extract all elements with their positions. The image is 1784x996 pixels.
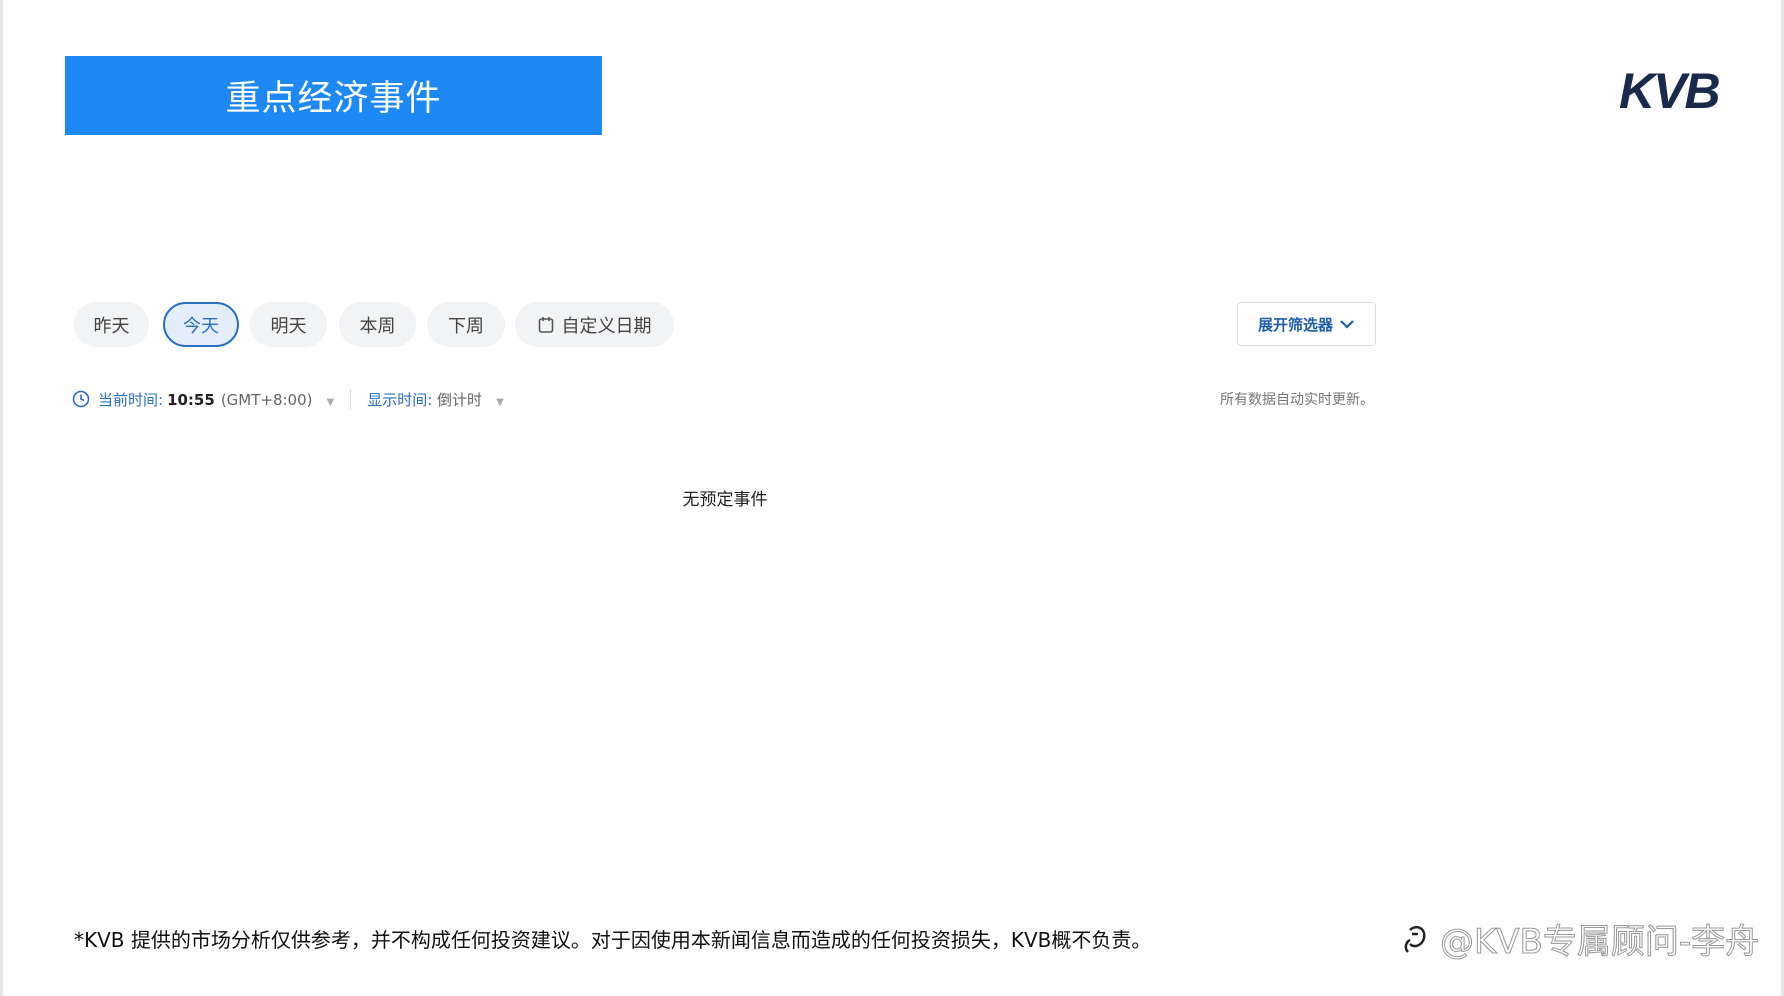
weibo-logo-icon <box>1404 925 1426 953</box>
tab-label: 自定义日期 <box>561 315 652 337</box>
clock-icon <box>72 390 90 408</box>
empty-state: 无预定事件 <box>682 490 768 510</box>
watermark-text: @KVB专属顾问-李舟 <box>1439 922 1760 963</box>
current-time-select[interactable]: 当前时间: 10:55 (GMT+8:00) ▼ <box>98 389 334 410</box>
tab-label: 今天 <box>183 315 219 337</box>
kvb-logo: KVB <box>1619 63 1721 119</box>
current-time-value: 10:55 <box>167 390 215 409</box>
filter-label: 展开筛选器 <box>1257 315 1333 334</box>
disclaimer: *KVB 提供的市场分析仅供参考，并不构成任何投资建议。对于因使用本新闻信息而造… <box>74 928 1152 952</box>
tab-label: 本周 <box>359 315 396 337</box>
timezone: (GMT+8:00) <box>220 390 313 409</box>
chevron-down-icon <box>1340 320 1354 329</box>
current-time-label: 当前时间: <box>98 390 164 409</box>
display-time-label: 显示时间: <box>367 390 433 409</box>
left-border <box>0 0 3 996</box>
tab-tomorrow[interactable]: 明天 <box>250 302 327 347</box>
tab-label: 下周 <box>448 315 484 337</box>
tab-today[interactable]: 今天 <box>163 302 239 347</box>
tab-this-week[interactable]: 本周 <box>339 302 416 347</box>
tab-label: 明天 <box>270 315 307 337</box>
watermark: @KVB专属顾问-李舟 <box>1400 914 1760 963</box>
divider <box>350 389 352 409</box>
tab-label: 昨天 <box>93 315 130 337</box>
page-title: 重点经济事件 <box>65 56 602 135</box>
tab-custom-date[interactable]: 自定义日期 <box>515 302 674 347</box>
display-time-value: 倒计时 <box>437 390 483 409</box>
time-bar: 当前时间: 10:55 (GMT+8:00) ▼ 显示时间: 倒计时 ▼ <box>72 388 504 410</box>
auto-update-note: 所有数据自动实时更新。 <box>1220 392 1374 408</box>
display-time-select[interactable]: 显示时间: 倒计时 ▼ <box>367 389 504 410</box>
calendar-icon <box>538 316 553 333</box>
caret-down-icon: ▼ <box>326 396 335 408</box>
tab-next-week[interactable]: 下周 <box>427 302 505 347</box>
caret-down-icon: ▼ <box>496 396 504 408</box>
tab-yesterday[interactable]: 昨天 <box>74 302 149 347</box>
expand-filter-button[interactable]: 展开筛选器 <box>1237 302 1376 346</box>
